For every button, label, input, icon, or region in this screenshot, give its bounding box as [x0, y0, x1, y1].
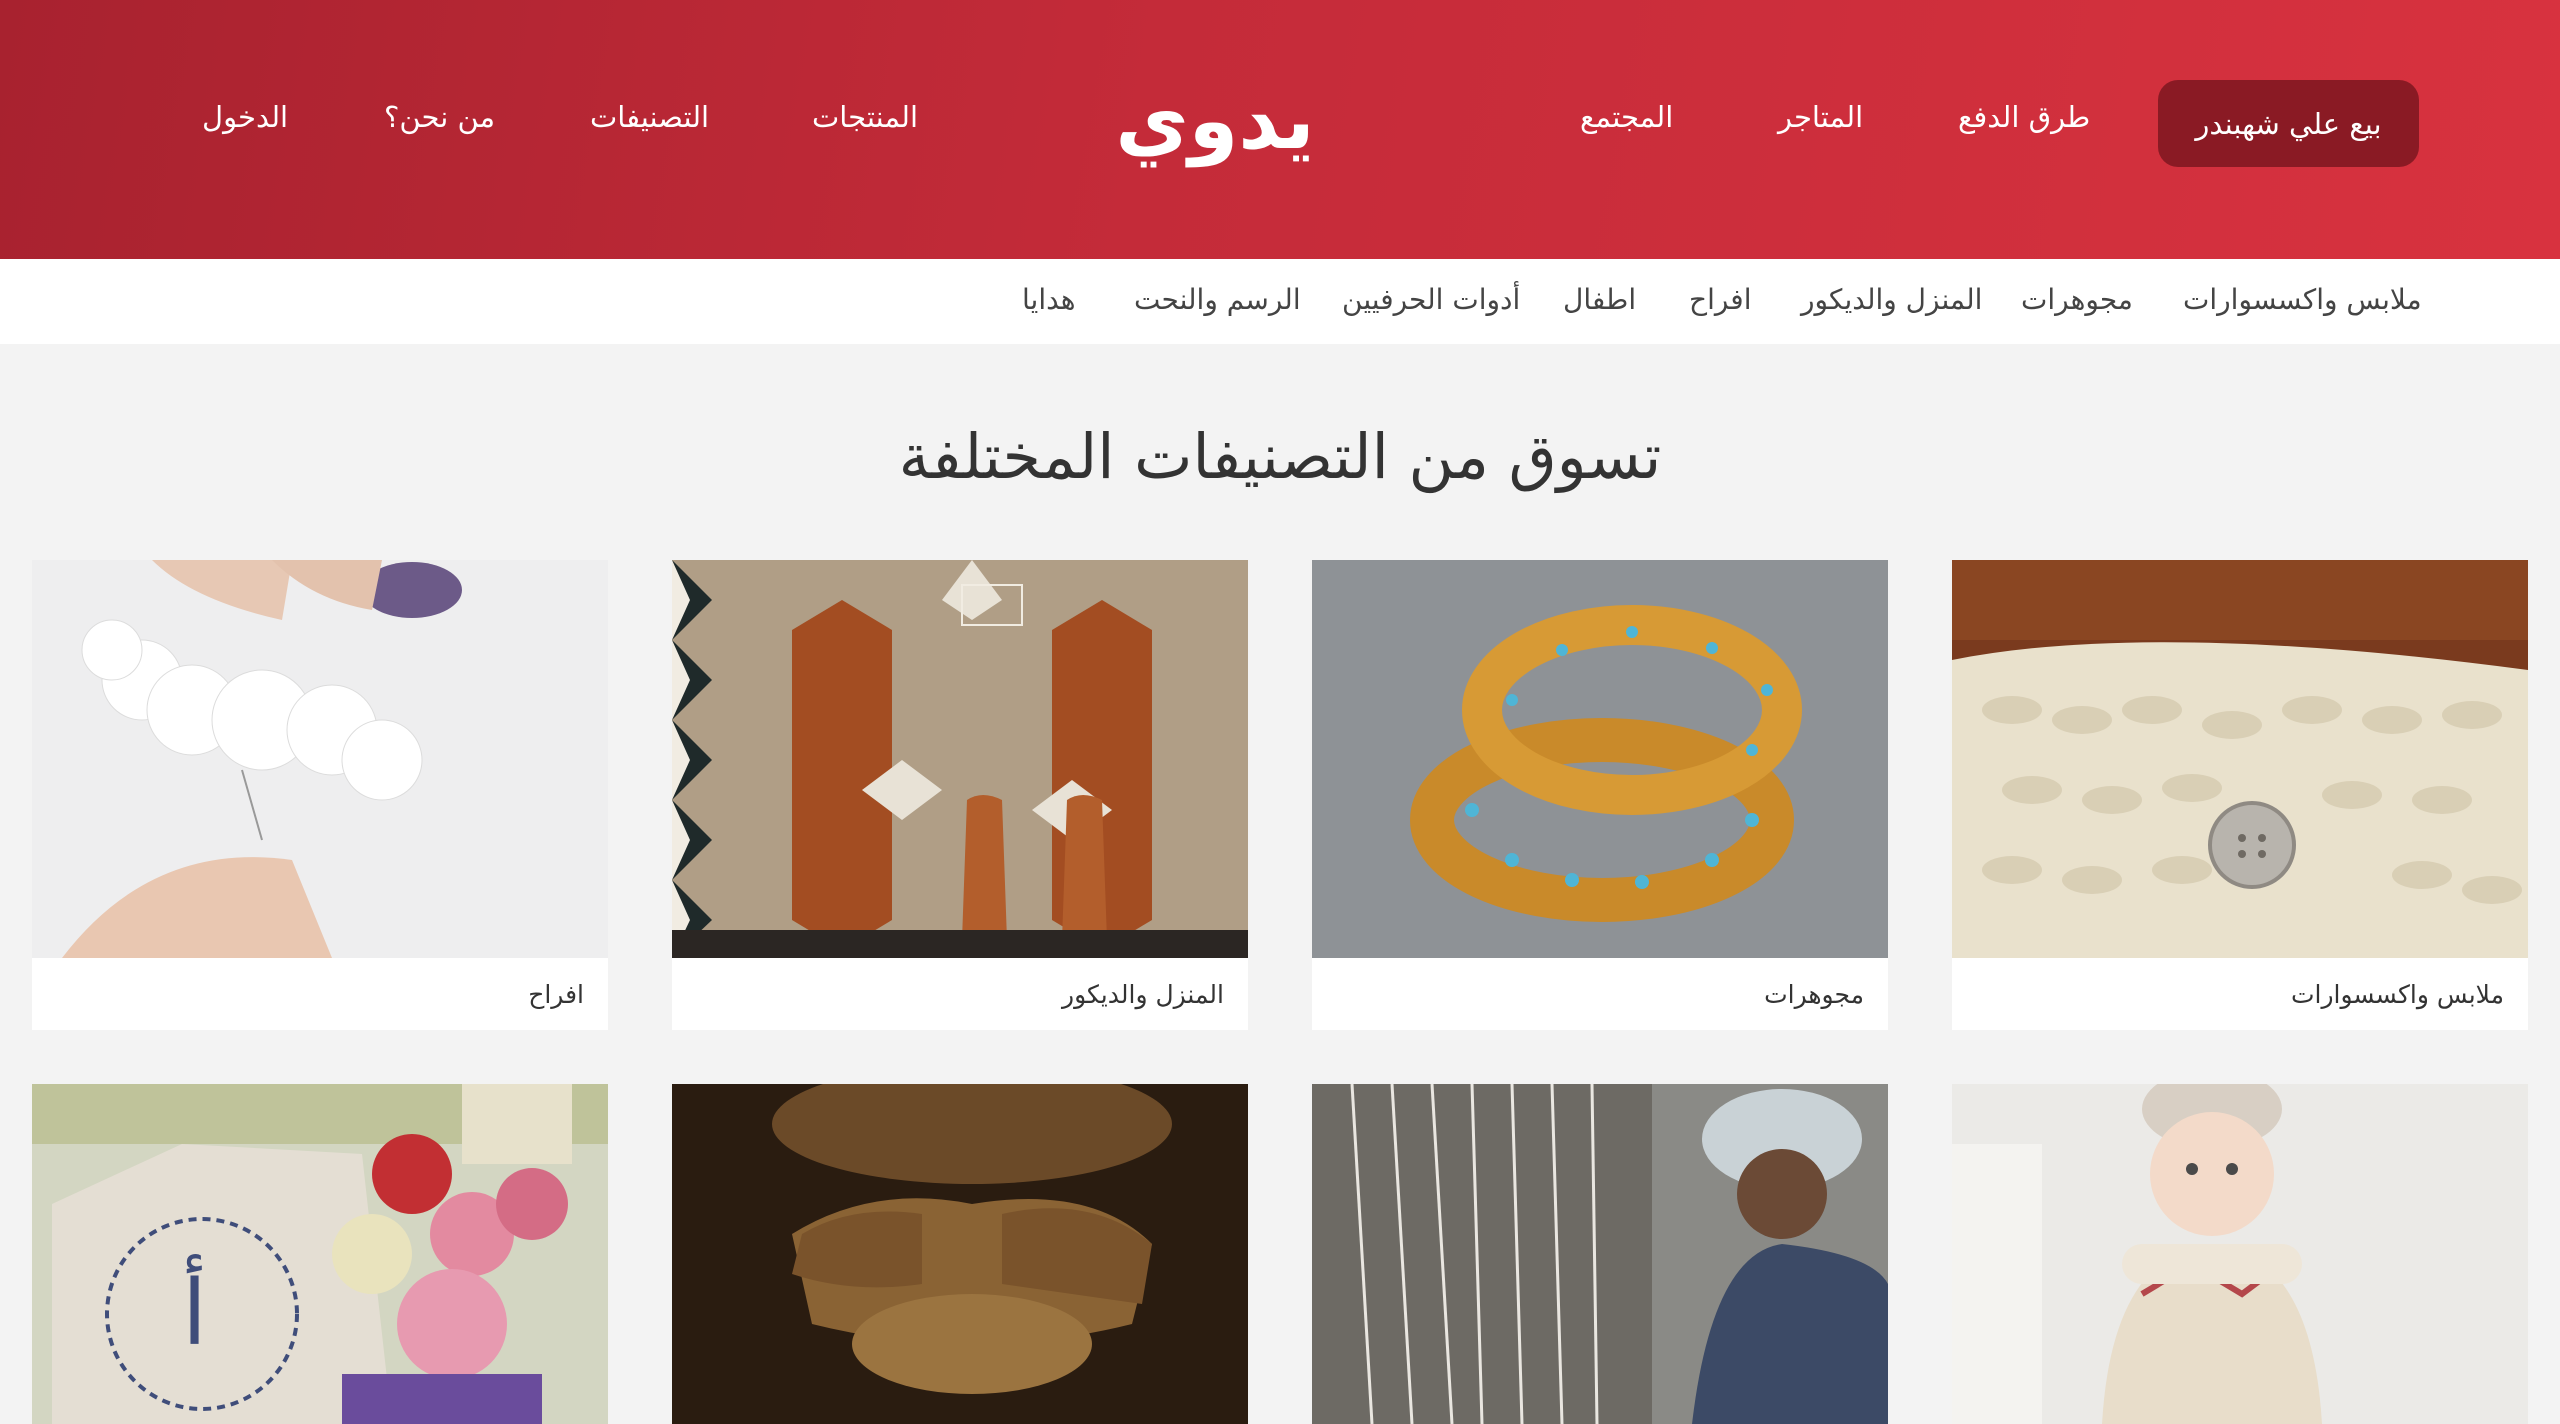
- subnav-clothing-accessories[interactable]: ملابس واكسسوارات: [2183, 283, 2422, 316]
- nav-stores[interactable]: المتاجر: [1778, 100, 1863, 134]
- subnav-jewelry[interactable]: مجوهرات: [2021, 283, 2133, 316]
- bridal-flowers-image: [32, 560, 608, 958]
- category-subnav: ملابس واكسسوارات مجوهرات المنزل والديكور…: [0, 259, 2560, 344]
- subnav-weddings[interactable]: افراح: [1689, 283, 1751, 316]
- category-card-weddings[interactable]: افراح: [32, 560, 608, 1030]
- nav-login[interactable]: الدخول: [202, 100, 288, 134]
- gift-pillow-flowers-image: أ: [32, 1084, 608, 1424]
- category-card-gifts[interactable]: أ: [32, 1084, 608, 1424]
- svg-text:أ: أ: [182, 1254, 207, 1366]
- subnav-home-decor[interactable]: المنزل والديكور: [1801, 283, 1982, 316]
- sell-on-shahbandar-button[interactable]: بيع علي شهبندر: [2158, 80, 2419, 167]
- subnav-painting-sculpture[interactable]: الرسم والنحت: [1134, 283, 1301, 316]
- category-card-kids[interactable]: [1952, 1084, 2528, 1424]
- nav-community[interactable]: المجتمع: [1580, 100, 1673, 134]
- rug-sandals-image: [672, 560, 1248, 958]
- card-label: مجوهرات: [1764, 980, 1864, 1009]
- category-card-painting-sculpture[interactable]: [672, 1084, 1248, 1424]
- category-card-clothing[interactable]: ملابس واكسسوارات: [1952, 560, 2528, 1030]
- subnav-craftsmen-tools[interactable]: أدوات الحرفيين: [1342, 283, 1520, 316]
- section-title: تسوق من التصنيفات المختلفة: [898, 420, 1662, 493]
- nav-categories[interactable]: التصنيفات: [590, 100, 709, 134]
- pottery-hands-image: [672, 1084, 1248, 1424]
- weaver-loom-image: [1312, 1084, 1888, 1424]
- nav-about-us[interactable]: من نحن؟: [384, 100, 495, 134]
- card-label: المنزل والديكور: [1062, 980, 1224, 1009]
- top-header: بيع علي شهبندر طرق الدفع المتاجر المجتمع…: [0, 0, 2560, 259]
- card-label: افراح: [528, 980, 584, 1009]
- category-card-jewelry[interactable]: مجوهرات: [1312, 560, 1888, 1030]
- nav-payment-methods[interactable]: طرق الدفع: [1958, 100, 2090, 134]
- category-card-craftsmen-tools[interactable]: [1312, 1084, 1888, 1424]
- subnav-kids[interactable]: اطفال: [1563, 283, 1636, 316]
- category-card-home-decor[interactable]: المنزل والديكور: [672, 560, 1248, 1030]
- site-logo[interactable]: يدوي: [1100, 66, 1330, 176]
- gold-bracelets-image: [1312, 560, 1888, 958]
- nav-products[interactable]: المنتجات: [812, 100, 918, 134]
- knitted-scarf-image: [1952, 560, 2528, 958]
- baby-knitwear-image: [1952, 1084, 2528, 1424]
- card-label: ملابس واكسسوارات: [2290, 980, 2504, 1009]
- subnav-gifts[interactable]: هدايا: [1022, 283, 1076, 316]
